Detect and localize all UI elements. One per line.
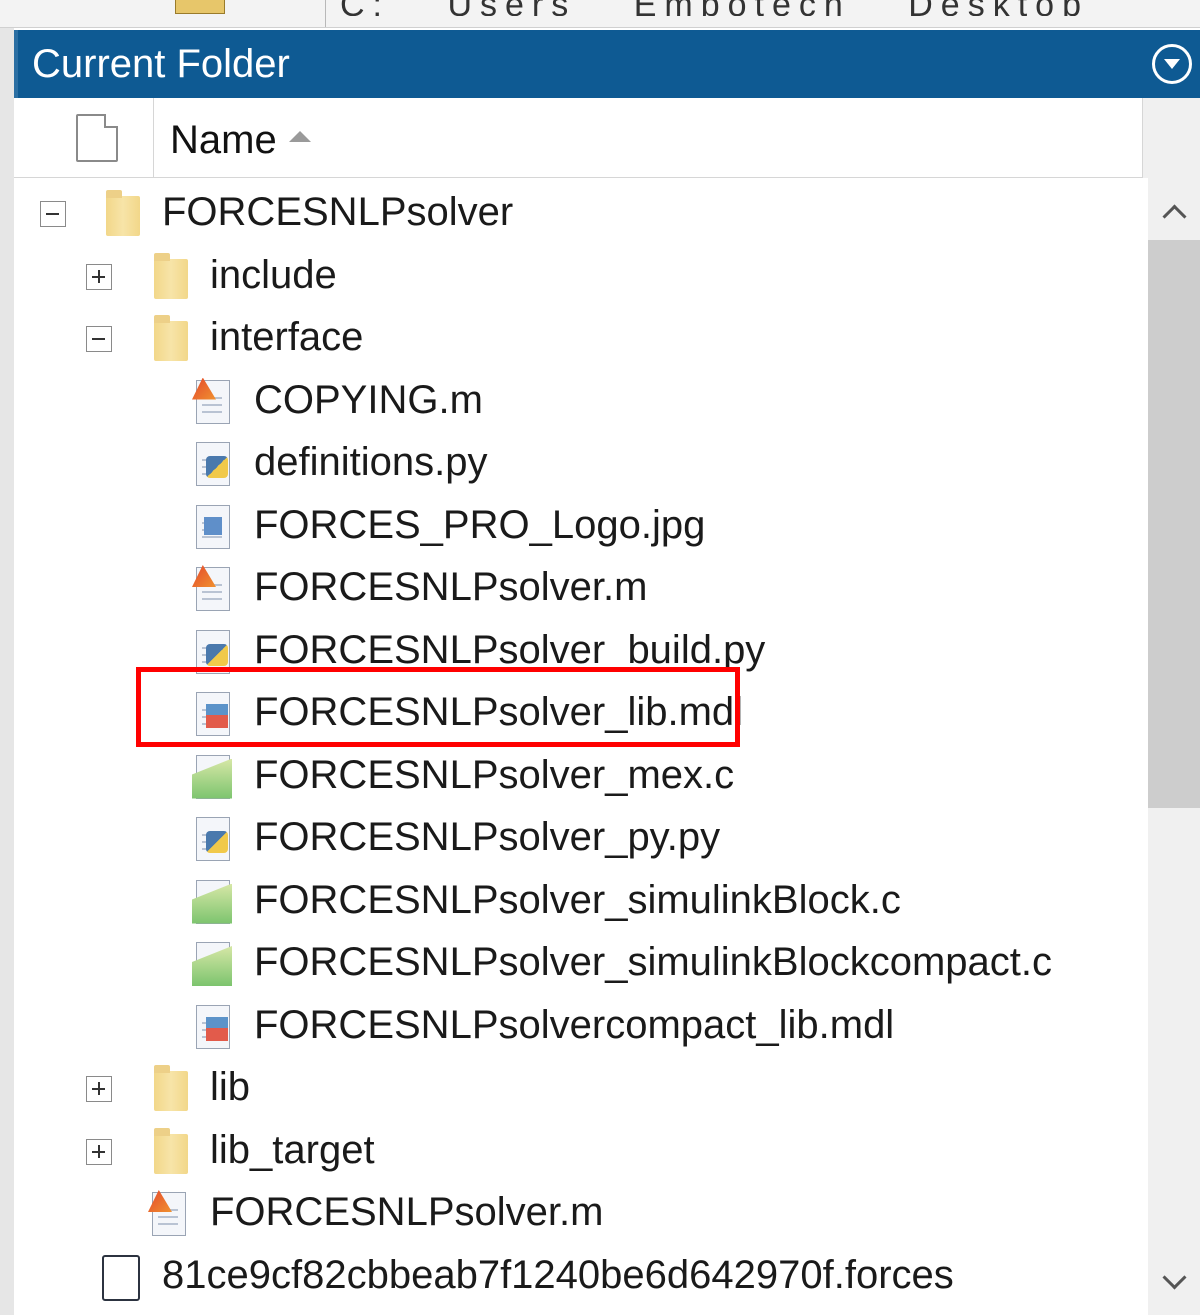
document-icon: [76, 114, 118, 162]
panel-title-bar: Current Folder: [14, 30, 1200, 98]
collapse-icon[interactable]: [86, 326, 112, 352]
folder-up-icon[interactable]: [175, 0, 225, 14]
folder-icon: [154, 315, 188, 361]
folder-name: lib_target: [210, 1127, 375, 1172]
file-row[interactable]: FORCESNLPsolver.m: [14, 557, 1148, 619]
folder-row[interactable]: interface: [14, 307, 1148, 369]
file-row[interactable]: FORCESNLPsolver_simulinkBlock.c: [14, 870, 1148, 932]
file-row[interactable]: FORCESNLPsolvercompact_lib.mdl: [14, 995, 1148, 1057]
file-row[interactable]: FORCESNLPsolver.m: [14, 1182, 1148, 1244]
file-row[interactable]: FORCESNLPsolver_lib.mdl: [14, 682, 1148, 744]
address-segment[interactable]: Desktop: [908, 0, 1089, 16]
document-icon: [100, 1253, 144, 1303]
expand-icon[interactable]: [86, 263, 112, 290]
scroll-down-icon[interactable]: [1148, 1255, 1200, 1315]
file-name: FORCES_PRO_Logo.jpg: [254, 502, 706, 547]
vertical-scrollbar[interactable]: [1148, 178, 1200, 1315]
c-source-file-icon: [190, 940, 234, 990]
matlab-file-icon: [146, 1190, 190, 1240]
file-row[interactable]: FORCESNLPsolver_py.py: [14, 807, 1148, 869]
folder-name: FORCESNLPsolver: [162, 190, 514, 234]
toolbar-separator: [325, 0, 326, 27]
c-source-file-icon: [190, 753, 234, 803]
folder-icon: [154, 1065, 188, 1111]
file-name: FORCESNLPsolver_simulinkBlock.c: [254, 877, 901, 922]
expand-icon[interactable]: [86, 1076, 112, 1102]
current-folder-panel: Current Folder Name FORCESNLPsolver inclu…: [0, 28, 1200, 1315]
file-name: FORCESNLPsolver_build.py: [254, 627, 766, 672]
browse-for-folder-icon[interactable]: [250, 0, 280, 12]
file-name: FORCESNLPsolver_py.py: [254, 815, 721, 859]
address-segment[interactable]: Embotech: [634, 0, 851, 16]
folder-row[interactable]: FORCESNLPsolver: [14, 182, 1148, 244]
c-source-file-icon: [190, 878, 234, 928]
panel-title: Current Folder: [32, 42, 290, 86]
file-name: FORCESNLPsolver_mex.c: [254, 752, 735, 797]
file-name: COPYING.m: [254, 377, 483, 422]
address-segment[interactable]: C:: [340, 0, 390, 16]
matlab-file-icon: [190, 565, 234, 615]
file-type-column-header[interactable]: [14, 98, 154, 178]
back-arrow-icon[interactable]: [30, 0, 52, 16]
folder-icon: [154, 252, 188, 299]
file-name: FORCESNLPsolvercompact_lib.mdl: [254, 1002, 895, 1047]
folder-icon: [106, 190, 140, 236]
file-name: FORCESNLPsolver.m: [254, 565, 648, 609]
folder-name: include: [210, 252, 337, 297]
file-row[interactable]: FORCES_PRO_Logo.jpg: [14, 495, 1148, 557]
toolbar: C: Users Embotech Desktop: [0, 0, 1200, 28]
column-header: Name: [14, 98, 1200, 178]
file-name: definitions.py: [254, 440, 488, 484]
python-file-icon: [190, 440, 234, 490]
folder-row[interactable]: include: [14, 245, 1148, 307]
file-row[interactable]: FORCESNLPsolver_mex.c: [14, 745, 1148, 807]
python-file-icon: [190, 815, 234, 865]
address-segment[interactable]: Users: [447, 0, 576, 16]
address-bar[interactable]: C: Users Embotech Desktop: [340, 0, 1200, 16]
file-name: FORCESNLPsolver.m: [210, 1190, 604, 1234]
folder-icon: [154, 1127, 188, 1174]
sort-ascending-icon: [288, 130, 311, 142]
python-file-icon: [190, 628, 234, 678]
expand-icon[interactable]: [86, 1138, 112, 1165]
file-name: 81ce9cf82cbbeab7f1240be6d642970f.forces: [162, 1252, 954, 1297]
file-row[interactable]: FORCESNLPsolver_simulinkBlockcompact.c: [14, 932, 1148, 994]
file-row[interactable]: COPYING.m: [14, 370, 1148, 432]
file-row[interactable]: 81ce9cf82cbbeab7f1240be6d642970f.forces: [14, 1245, 1148, 1307]
folder-name: interface: [210, 315, 364, 359]
forward-arrow-icon[interactable]: [110, 0, 132, 16]
file-name: FORCESNLPsolver_simulinkBlockcompact.c: [254, 940, 1053, 984]
collapse-icon[interactable]: [40, 201, 66, 227]
simulink-model-icon: [190, 1003, 234, 1053]
simulink-model-icon: [190, 690, 234, 740]
file-row[interactable]: definitions.py: [14, 432, 1148, 494]
file-name: FORCESNLPsolver_lib.mdl: [254, 690, 744, 734]
column-header-filler: [1142, 98, 1200, 178]
file-row[interactable]: FORCESNLPsolver_build.py: [14, 620, 1148, 682]
scroll-up-icon[interactable]: [1148, 178, 1200, 238]
scroll-thumb[interactable]: [1148, 240, 1200, 808]
file-tree: FORCESNLPsolver include interface COPYING.m…: [14, 178, 1148, 1315]
folder-row[interactable]: lib: [14, 1057, 1148, 1119]
name-column-header[interactable]: Name: [170, 118, 311, 163]
folder-name: lib: [210, 1065, 251, 1109]
panel-actions-menu-icon[interactable]: [1152, 44, 1192, 84]
name-column-label: Name: [170, 118, 277, 162]
folder-row[interactable]: lib_target: [14, 1120, 1148, 1182]
image-file-icon: [190, 503, 234, 553]
matlab-file-icon: [190, 377, 234, 428]
